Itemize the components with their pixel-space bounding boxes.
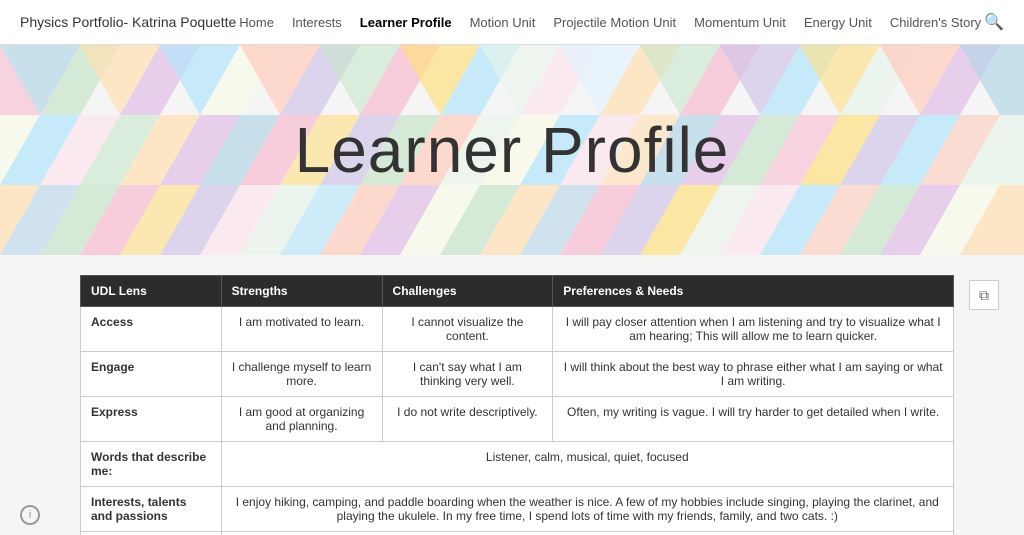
lens-interests: Interests, talents and passions: [81, 487, 222, 532]
table-row: Express I am good at organizing and plan…: [81, 397, 954, 442]
page-title: Learner Profile: [295, 113, 730, 187]
navbar: Physics Portfolio- Katrina Poquette Home…: [0, 0, 1024, 45]
udl-table: UDL Lens Strengths Challenges Preference…: [80, 275, 954, 535]
table-row: Words that describe me: Listener, calm, …: [81, 442, 954, 487]
strength-access: I am motivated to learn.: [221, 307, 382, 352]
sidebar-right: ⧉: [964, 275, 1004, 535]
lens-access: Access: [81, 307, 222, 352]
site-brand: Physics Portfolio- Katrina Poquette: [20, 14, 236, 30]
col-preferences: Preferences & Needs: [553, 276, 954, 307]
nav-links: Home Interests Learner Profile Motion Un…: [239, 15, 981, 30]
challenge-express: I do not write descriptively.: [382, 397, 553, 442]
nav-momentum-unit[interactable]: Momentum Unit: [694, 15, 786, 30]
table-row: Access I am motivated to learn. I cannot…: [81, 307, 954, 352]
aspirations-value: A few goals I have for my future:: [221, 532, 953, 535]
challenge-engage: I can't say what I am thinking very well…: [382, 352, 553, 397]
content-area: UDL Lens Strengths Challenges Preference…: [0, 255, 1024, 535]
edit-icon[interactable]: ⧉: [969, 280, 999, 310]
nav-motion-unit[interactable]: Motion Unit: [470, 15, 536, 30]
lens-words: Words that describe me:: [81, 442, 222, 487]
strength-express: I am good at organizing and planning.: [221, 397, 382, 442]
nav-childrens-story[interactable]: Children's Story: [890, 15, 981, 30]
hero-banner: Learner Profile: [0, 45, 1024, 255]
nav-projectile-motion[interactable]: Projectile Motion Unit: [553, 15, 676, 30]
col-strengths: Strengths: [221, 276, 382, 307]
table-row: Aspirations A few goals I have for my fu…: [81, 532, 954, 535]
table-wrapper: UDL Lens Strengths Challenges Preference…: [80, 275, 954, 535]
nav-energy-unit[interactable]: Energy Unit: [804, 15, 872, 30]
lens-express: Express: [81, 397, 222, 442]
table-row: Interests, talents and passions I enjoy …: [81, 487, 954, 532]
challenge-access: I cannot visualize the content.: [382, 307, 553, 352]
nav-learner-profile[interactable]: Learner Profile: [360, 15, 452, 30]
nav-interests[interactable]: Interests: [292, 15, 342, 30]
pref-access: I will pay closer attention when I am li…: [553, 307, 954, 352]
info-icon[interactable]: i: [20, 505, 40, 525]
table-header-row: UDL Lens Strengths Challenges Preference…: [81, 276, 954, 307]
table-row: Engage I challenge myself to learn more.…: [81, 352, 954, 397]
col-udl-lens: UDL Lens: [81, 276, 222, 307]
lens-engage: Engage: [81, 352, 222, 397]
search-icon[interactable]: 🔍: [984, 12, 1004, 32]
pref-engage: I will think about the best way to phras…: [553, 352, 954, 397]
interests-value: I enjoy hiking, camping, and paddle boar…: [221, 487, 953, 532]
nav-home[interactable]: Home: [239, 15, 274, 30]
words-value: Listener, calm, musical, quiet, focused: [221, 442, 953, 487]
strength-engage: I challenge myself to learn more.: [221, 352, 382, 397]
lens-aspirations: Aspirations: [81, 532, 222, 535]
col-challenges: Challenges: [382, 276, 553, 307]
pref-express: Often, my writing is vague. I will try h…: [553, 397, 954, 442]
